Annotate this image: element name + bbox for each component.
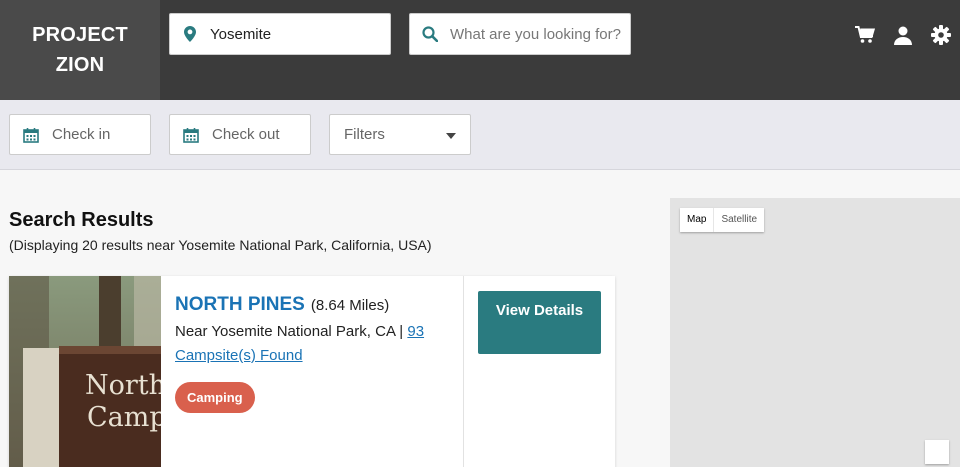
map-fullscreen-button[interactable] (925, 440, 949, 464)
logo-line-2: ZION (55, 54, 105, 76)
check-in-placeholder: Check in (52, 126, 111, 143)
campground-name-link[interactable]: NORTH PINES (175, 294, 305, 315)
search-icon (410, 26, 450, 42)
top-header: PROJECT ZION Yosemite What are you looki… (0, 0, 960, 100)
results-heading: Search Results (9, 209, 154, 231)
calendar-icon (10, 127, 52, 143)
category-badge: Camping (175, 382, 255, 413)
search-placeholder: What are you looking for? (450, 25, 621, 43)
location-value: Yosemite (210, 25, 272, 43)
location-input[interactable]: Yosemite (169, 13, 391, 55)
map-marker-icon (170, 26, 210, 42)
map-type-satellite-button[interactable]: Satellite (713, 208, 764, 232)
result-meta: Near Yosemite National Park, CA | 93 Cam… (175, 320, 445, 368)
filter-bar: Check in Check out Filters (0, 100, 960, 170)
result-details: NORTH PINES (8.64 Miles) Near Yosemite Na… (175, 294, 445, 413)
check-out-placeholder: Check out (212, 126, 280, 143)
check-out-input[interactable]: Check out (169, 114, 311, 155)
logo-line-1: PROJECT (32, 24, 128, 46)
map-panel[interactable]: Map Satellite (670, 198, 960, 467)
user-icon[interactable] (892, 24, 914, 46)
svg-text:Camp: Camp (87, 402, 161, 433)
campground-photo[interactable]: North Camp (9, 276, 161, 467)
card-divider (463, 276, 464, 467)
filters-label: Filters (344, 126, 385, 143)
cart-icon[interactable] (854, 24, 876, 46)
search-input[interactable]: What are you looking for? (409, 13, 631, 55)
map-type-toggle: Map Satellite (680, 208, 765, 232)
logo[interactable]: PROJECT ZION (0, 0, 160, 100)
location-text: Near Yosemite National Park, CA | (175, 323, 404, 340)
check-in-input[interactable]: Check in (9, 114, 151, 155)
filters-dropdown[interactable]: Filters (329, 114, 471, 155)
result-card: North Camp NORTH PINES (8.64 Miles) Near … (9, 276, 615, 467)
header-actions (854, 24, 952, 46)
map-type-map-button[interactable]: Map (680, 208, 713, 232)
calendar-icon (170, 127, 212, 143)
gear-icon[interactable] (930, 24, 952, 46)
svg-text:North: North (85, 370, 161, 401)
results-summary: (Displaying 20 results near Yosemite Nat… (9, 237, 432, 253)
caret-down-icon (446, 126, 456, 143)
view-details-button[interactable]: View Details (478, 291, 601, 354)
distance: (8.64 Miles) (310, 297, 390, 314)
